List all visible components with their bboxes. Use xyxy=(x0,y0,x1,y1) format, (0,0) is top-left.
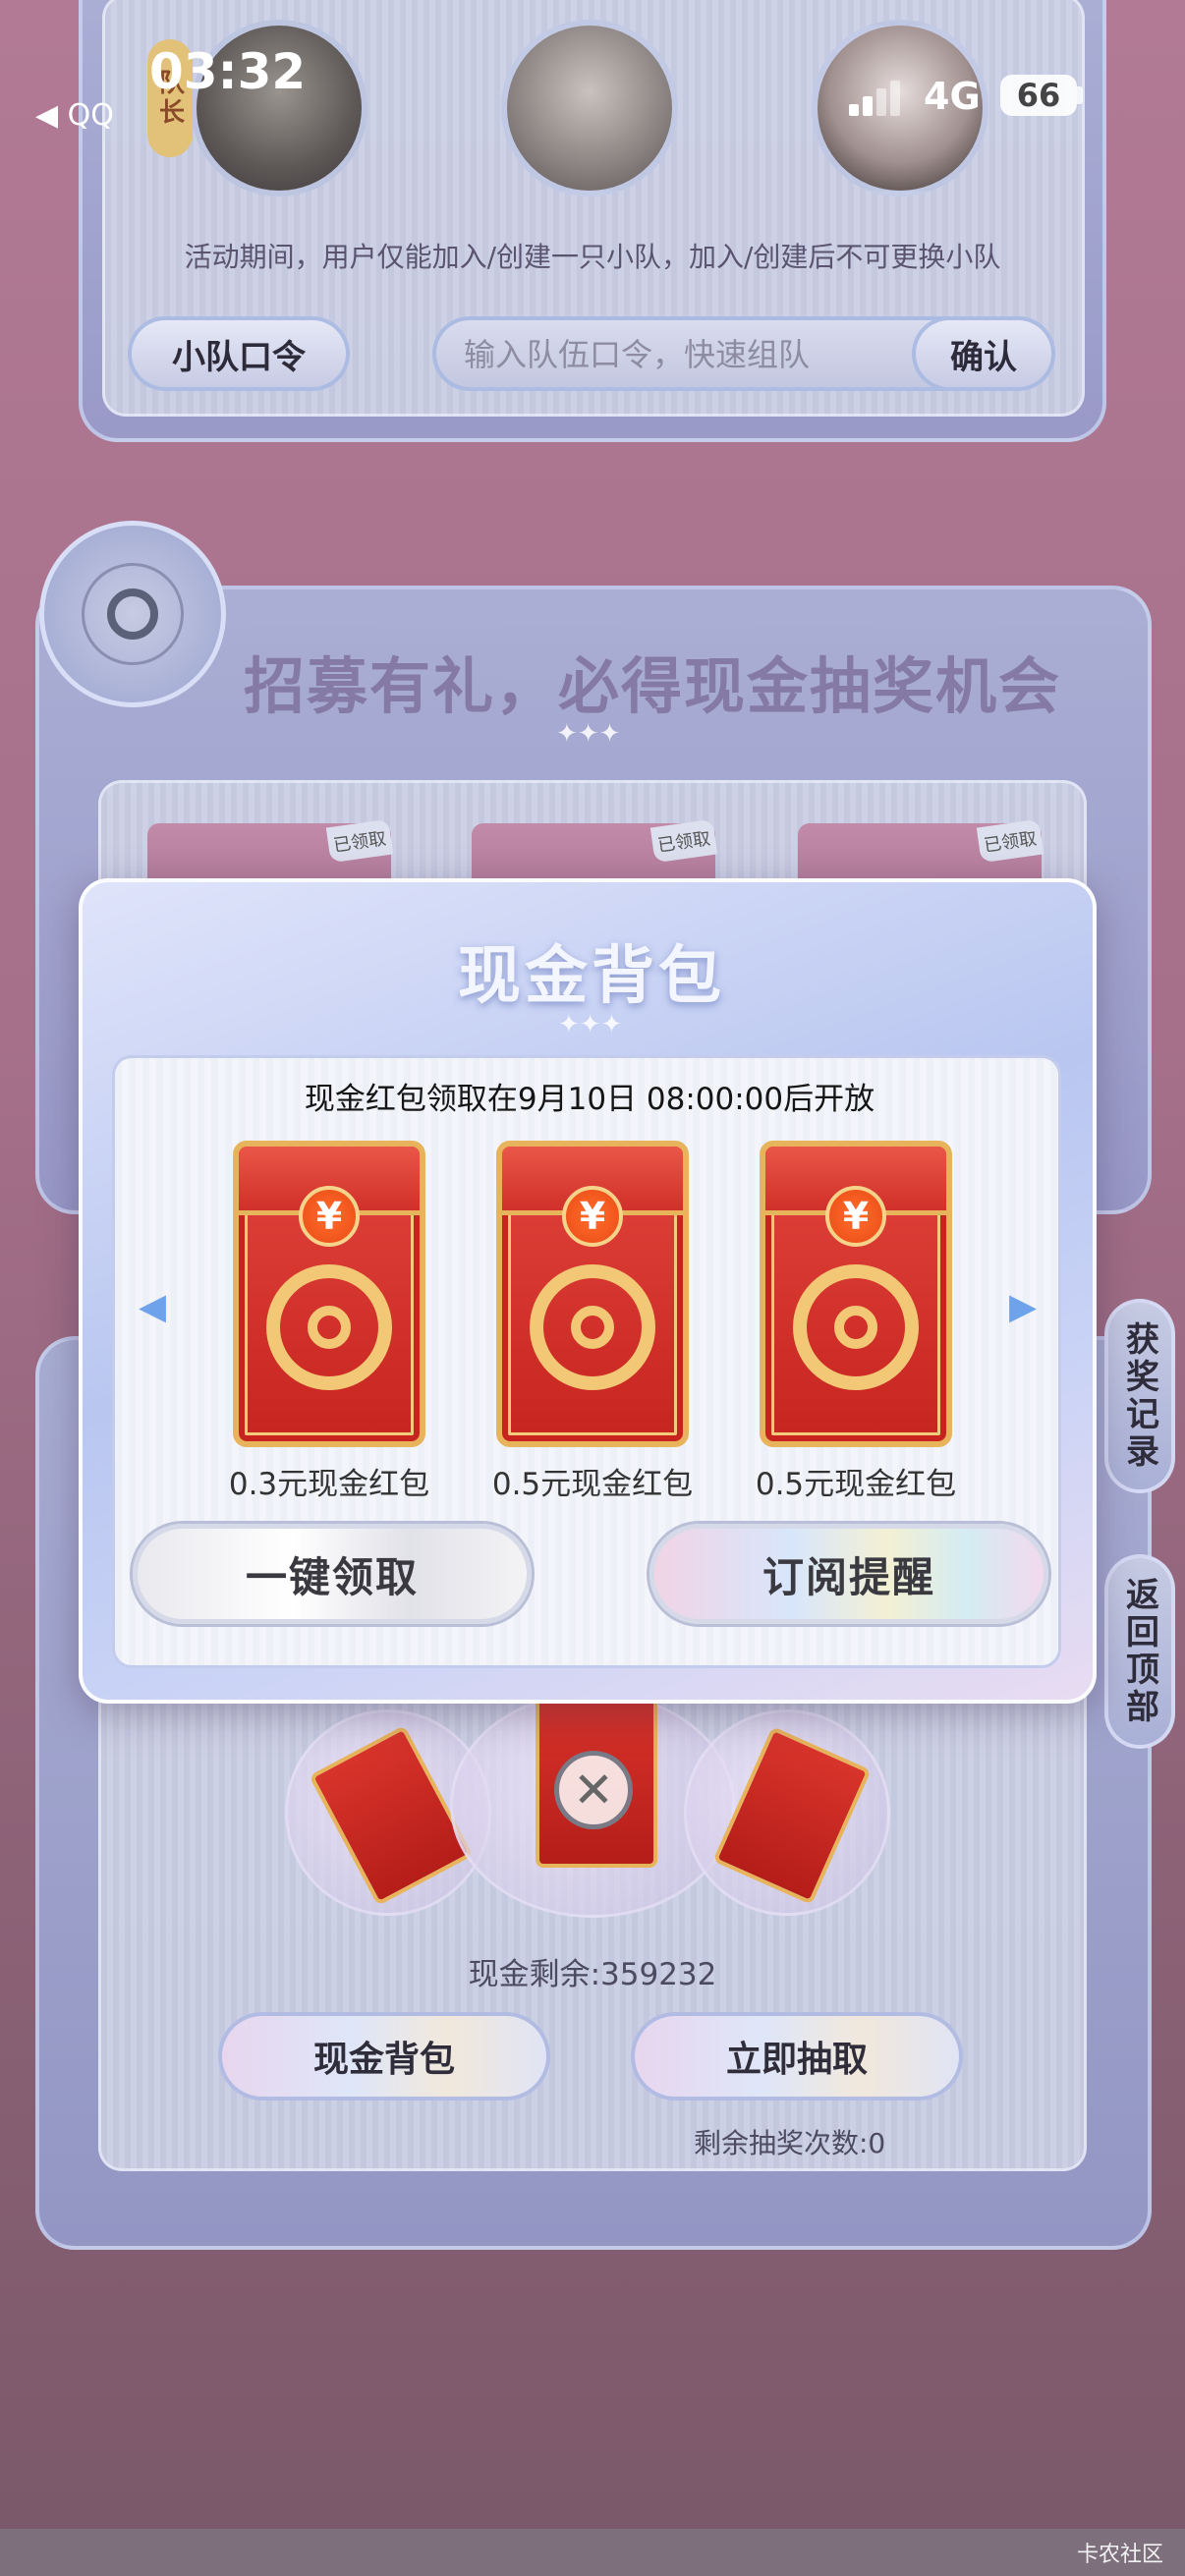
sparkle-icon: ✦✦✦ xyxy=(556,719,621,749)
red-envelope-1[interactable]: ¥ xyxy=(233,1141,425,1447)
card-tag: 已领取 xyxy=(325,818,394,864)
yuan-coin-icon: ¥ xyxy=(299,1186,360,1247)
team-notice: 活动期间，用户仅能加入/创建一只小队，加入/创建后不可更换小队 xyxy=(184,241,1001,273)
sparkle-icon: ✦✦✦ xyxy=(558,1010,623,1039)
open-time-notice: 现金红包领取在9月10日 08:00:00后开放 xyxy=(304,1082,875,1117)
envelope-card xyxy=(309,1724,474,1907)
battery-icon: 66 xyxy=(1000,75,1077,116)
badge-core xyxy=(107,588,158,640)
status-time: 03:32 xyxy=(149,43,307,100)
battery-tip xyxy=(1077,86,1083,104)
cash-remaining: 现金剩余:359232 xyxy=(468,1957,717,1992)
prize-records-button[interactable]: 获奖记录 xyxy=(1104,1299,1175,1493)
envelope-card xyxy=(712,1726,872,1905)
network-type: 4G xyxy=(924,75,981,118)
yuan-coin-icon: ¥ xyxy=(562,1186,623,1247)
envelope-logo-icon xyxy=(793,1264,919,1390)
signal-icon xyxy=(849,81,908,116)
card-tag: 已领取 xyxy=(649,818,718,864)
draws-remaining: 剩余抽奖次数:0 xyxy=(694,2127,886,2159)
section-badge-icon xyxy=(39,521,226,707)
envelope-logo-icon xyxy=(266,1264,392,1390)
draw-now-button[interactable]: 立即抽取 xyxy=(631,2012,963,2100)
modal-title: 现金背包 xyxy=(458,940,725,1013)
recruit-section-title: 招募有礼，必得现金抽奖机会 xyxy=(244,650,1062,722)
confirm-button[interactable]: 确认 xyxy=(912,316,1055,391)
team-code-input[interactable] xyxy=(464,330,876,379)
back-to-app-button[interactable]: ◀ QQ xyxy=(35,98,114,133)
back-to-top-button[interactable]: 返回顶部 xyxy=(1104,1554,1175,1749)
envelope-label-3: 0.5元现金红包 xyxy=(755,1467,957,1502)
red-envelope-3[interactable]: ¥ xyxy=(760,1141,952,1447)
modal-content: 现金红包领取在9月10日 08:00:00后开放 ◂ ▸ ¥ ¥ ¥ 0.3元现… xyxy=(112,1055,1061,1668)
red-envelope-2[interactable]: ¥ xyxy=(496,1141,689,1447)
envelope-label-1: 0.3元现金红包 xyxy=(228,1467,430,1502)
watermark: 卡农社区 xyxy=(1076,2543,1163,2567)
envelope-logo-icon xyxy=(530,1264,655,1390)
subscribe-reminder-button[interactable]: 订阅提醒 xyxy=(649,1524,1048,1624)
card-tag: 已领取 xyxy=(976,818,1044,864)
cash-backpack-modal: 现金背包 ✦✦✦ 现金红包领取在9月10日 08:00:00后开放 ◂ ▸ ¥ … xyxy=(79,878,1097,1704)
envelope-label-2: 0.5元现金红包 xyxy=(491,1467,694,1502)
team-code-button[interactable]: 小队口令 xyxy=(128,316,350,391)
claim-all-button[interactable]: 一键领取 xyxy=(133,1524,532,1624)
yuan-coin-icon: ¥ xyxy=(825,1186,886,1247)
footer-bar xyxy=(0,2529,1185,2576)
arrow-left-icon[interactable]: ◂ xyxy=(133,1276,172,1335)
member-avatar-1[interactable] xyxy=(501,20,678,196)
cash-backpack-button[interactable]: 现金背包 xyxy=(218,2012,550,2100)
close-icon[interactable]: ✕ xyxy=(554,1751,633,1829)
lottery-envelope-right xyxy=(684,1709,890,1916)
arrow-right-icon[interactable]: ▸ xyxy=(1003,1276,1043,1335)
